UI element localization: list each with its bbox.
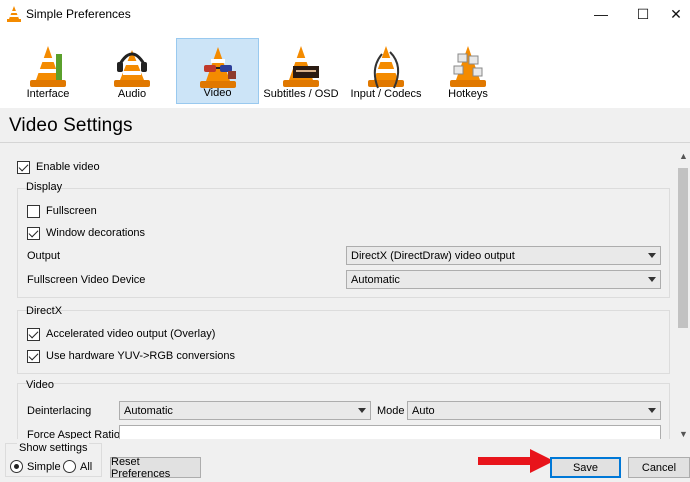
output-select[interactable]: DirectX (DirectDraw) video output [346, 246, 661, 265]
checkbox-box [27, 226, 40, 240]
vlc-cone-glasses-icon [199, 47, 236, 88]
preferences-window: Simple Preferences — ☐ ✕ Interface Audio… [0, 0, 690, 482]
radio-label: All [80, 460, 93, 473]
fullscreen-device-select[interactable]: Automatic [346, 270, 661, 289]
fullscreen-device-label: Fullscreen Video Device [27, 274, 146, 286]
checkbox-box [27, 349, 40, 363]
output-label: Output [27, 250, 61, 262]
category-video[interactable]: Video [176, 38, 259, 104]
deinterlacing-select[interactable]: Automatic [119, 401, 371, 420]
maximize-button[interactable]: ☐ [620, 0, 666, 28]
checkbox-box [17, 160, 30, 174]
cancel-button[interactable]: Cancel [628, 457, 690, 478]
category-toolbar: Interface Audio Video Subtitles / OSD In… [0, 28, 690, 108]
category-subtitles[interactable]: Subtitles / OSD [263, 38, 339, 104]
accelerated-output-checkbox[interactable]: Accelerated video output (Overlay) [27, 326, 215, 342]
mode-label: Mode [377, 405, 405, 417]
checkbox-box [27, 204, 40, 218]
red-arrow-annotation-icon [478, 449, 554, 473]
hardware-yuv-checkbox[interactable]: Use hardware YUV->RGB conversions [27, 348, 235, 364]
close-button[interactable]: ✕ [662, 0, 690, 28]
vlc-cone-interface-icon [30, 46, 66, 87]
checkbox-label: Accelerated video output (Overlay) [46, 328, 216, 340]
show-simple-radio[interactable]: Simple [10, 460, 61, 473]
window-decorations-checkbox[interactable]: Window decorations [27, 225, 145, 241]
mode-select[interactable]: Auto [407, 401, 661, 420]
vlc-cone-keys-icon [450, 46, 486, 87]
output-select-value: DirectX (DirectDraw) video output [351, 249, 515, 262]
checkbox-label: Enable video [36, 161, 100, 173]
scroll-thumb[interactable] [678, 168, 688, 328]
title-bar: Simple Preferences — ☐ ✕ [0, 0, 690, 28]
checkbox-label: Use hardware YUV->RGB conversions [46, 350, 236, 362]
checkbox-label: Fullscreen [46, 205, 97, 217]
category-input-codecs[interactable]: Input / Codecs [346, 38, 426, 104]
mode-value: Auto [412, 404, 435, 417]
reset-preferences-button[interactable]: Reset Preferences [110, 456, 201, 480]
category-audio[interactable]: Audio [96, 38, 168, 104]
radio-label: Simple [27, 460, 61, 473]
category-hotkeys[interactable]: Hotkeys [435, 38, 501, 104]
minimize-button[interactable]: — [578, 0, 624, 28]
directx-group [17, 310, 670, 374]
aspect-ratio-input[interactable] [119, 425, 661, 439]
vlc-cone-cable-icon [368, 46, 404, 89]
scroll-down-icon[interactable]: ▼ [679, 429, 688, 439]
radio-dot [10, 460, 23, 473]
checkbox-label: Window decorations [46, 227, 146, 239]
show-settings-label: Show settings [17, 442, 90, 454]
settings-panel: Enable video Display Fullscreen Window d… [0, 143, 690, 439]
aspect-ratio-label: Force Aspect Ratio [27, 429, 120, 439]
deinterlacing-label: Deinterlacing [27, 405, 92, 417]
window-title: Simple Preferences [26, 7, 131, 21]
section-title: Video Settings [9, 115, 133, 136]
vlc-cone-icon [7, 6, 21, 22]
fullscreen-device-value: Automatic [351, 273, 400, 286]
vertical-scrollbar[interactable]: ▲ ▼ [676, 151, 690, 439]
chevron-down-icon [648, 277, 656, 282]
checkbox-box [27, 327, 40, 341]
show-all-radio[interactable]: All [63, 460, 92, 473]
vlc-cone-headphones-icon [114, 50, 150, 87]
directx-group-label: DirectX [26, 305, 63, 317]
deinterlacing-value: Automatic [124, 404, 173, 417]
save-button[interactable]: Save [550, 457, 621, 478]
scroll-up-icon[interactable]: ▲ [679, 151, 688, 161]
fullscreen-checkbox[interactable]: Fullscreen [27, 203, 97, 219]
category-interface[interactable]: Interface [14, 38, 82, 104]
chevron-down-icon [648, 408, 656, 413]
radio-dot [63, 460, 76, 473]
chevron-down-icon [648, 253, 656, 258]
vlc-cone-subtitles-icon [283, 46, 319, 87]
video-group-label: Video [26, 379, 54, 391]
enable-video-checkbox[interactable]: Enable video [17, 159, 100, 175]
chevron-down-icon [358, 408, 366, 413]
display-group-label: Display [26, 181, 63, 193]
